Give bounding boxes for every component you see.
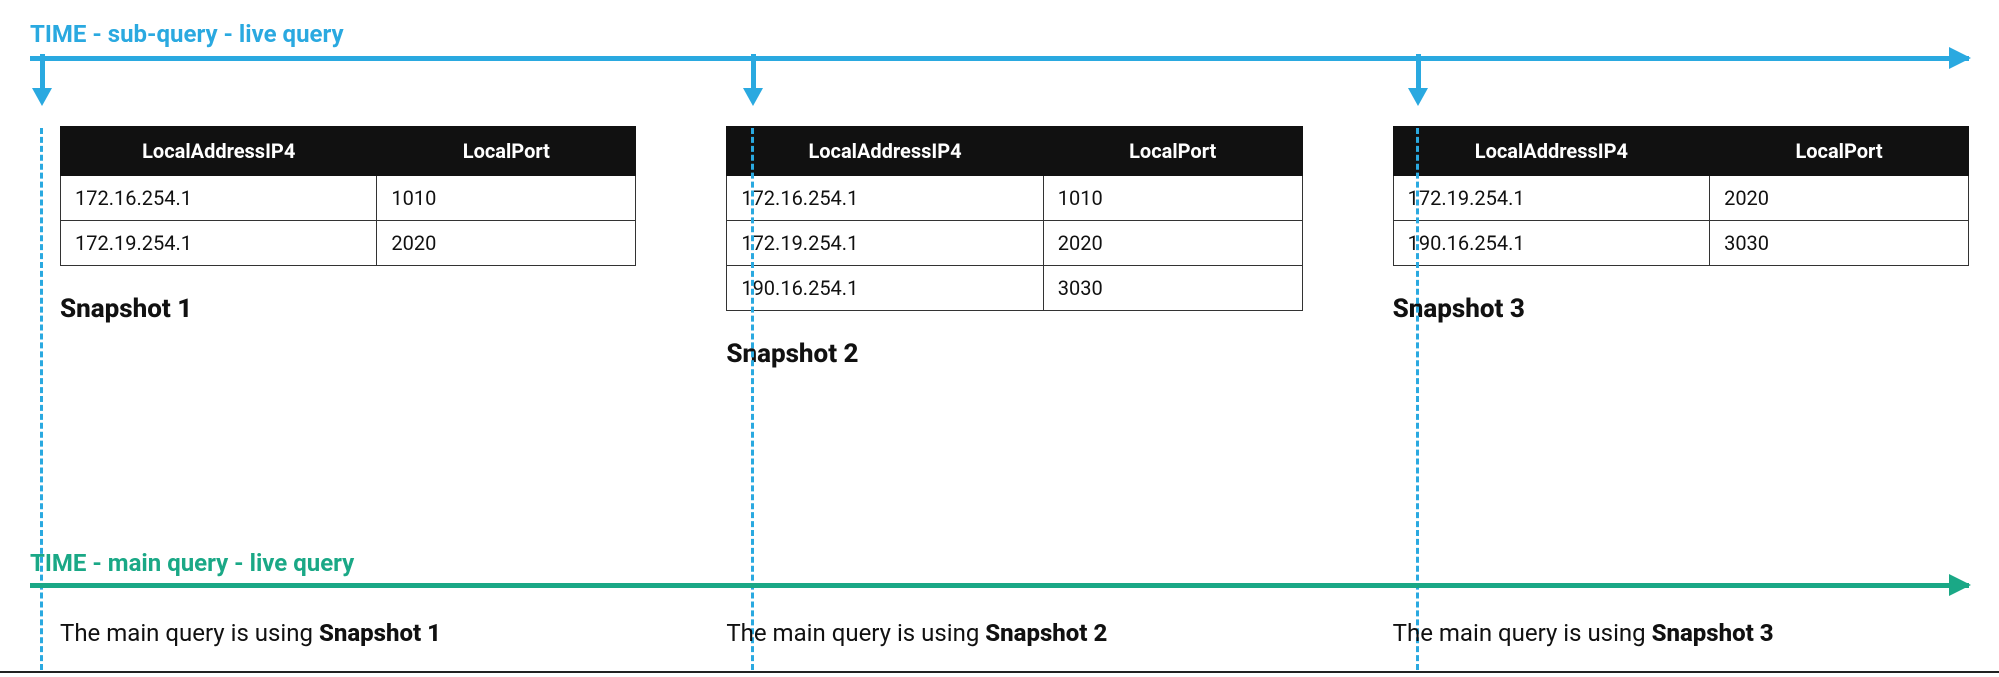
- bottom-timeline-line: [30, 583, 1969, 588]
- usage-snapshot-name: Snapshot 1: [319, 619, 441, 647]
- usage-snapshot-name: Snapshot 3: [1652, 619, 1774, 647]
- cell-port: 3030: [1710, 221, 1969, 266]
- cell-ip: 190.16.254.1: [1393, 221, 1709, 266]
- snapshot-title: Snapshot 3: [1393, 294, 1969, 324]
- snapshot-column: LocalAddressIP4LocalPort172.16.254.11010…: [726, 126, 1302, 369]
- usage-snapshot-name: Snapshot 2: [985, 619, 1107, 647]
- cell-ip: 172.19.254.1: [1393, 176, 1709, 221]
- usage-text: The main query is using Snapshot 3: [1393, 619, 1969, 647]
- table-header: LocalAddressIP4: [1393, 127, 1709, 176]
- footer-divider: [0, 671, 1999, 673]
- cell-ip: 190.16.254.1: [727, 266, 1043, 311]
- arrow-right-icon: [1949, 574, 1971, 596]
- snapshots-row: LocalAddressIP4LocalPort172.16.254.11010…: [30, 126, 1969, 369]
- top-timeline-line: [30, 56, 1969, 61]
- usage-prefix: The main query is using: [1393, 619, 1652, 647]
- table-row: 190.16.254.13030: [1393, 221, 1968, 266]
- cell-port: 2020: [1043, 221, 1302, 266]
- table-header: LocalAddressIP4: [61, 127, 377, 176]
- snapshot-column: LocalAddressIP4LocalPort172.16.254.11010…: [60, 126, 636, 324]
- cell-ip: 172.19.254.1: [61, 221, 377, 266]
- arrow-down-icon: [751, 54, 756, 92]
- table-row: 172.16.254.11010: [61, 176, 636, 221]
- table-header: LocalAddressIP4: [727, 127, 1043, 176]
- cell-ip: 172.16.254.1: [727, 176, 1043, 221]
- table-row: 172.19.254.12020: [61, 221, 636, 266]
- usage-prefix: The main query is using: [726, 619, 985, 647]
- arrow-down-icon: [40, 54, 45, 92]
- top-timeline: [30, 56, 1969, 76]
- table-row: 172.19.254.12020: [1393, 176, 1968, 221]
- cell-port: 1010: [1043, 176, 1302, 221]
- bottom-section: TIME - main query - live query The main …: [30, 531, 1969, 647]
- table-row: 172.19.254.12020: [727, 221, 1302, 266]
- cell-ip: 172.16.254.1: [61, 176, 377, 221]
- usage-prefix: The main query is using: [60, 619, 319, 647]
- top-timeline-label: TIME - sub-query - live query: [30, 20, 1969, 48]
- arrow-right-icon: [1949, 47, 1971, 69]
- usage-text: The main query is using Snapshot 1: [60, 619, 636, 647]
- table-header: LocalPort: [1043, 127, 1302, 176]
- table-header: LocalPort: [1710, 127, 1969, 176]
- cell-port: 3030: [1043, 266, 1302, 311]
- cell-port: 1010: [377, 176, 636, 221]
- bottom-timeline-label: TIME - main query - live query: [30, 549, 1969, 577]
- snapshot-table: LocalAddressIP4LocalPort172.16.254.11010…: [726, 126, 1302, 311]
- snapshot-title: Snapshot 1: [60, 294, 636, 324]
- cell-port: 2020: [377, 221, 636, 266]
- arrow-down-icon: [1416, 54, 1421, 92]
- snapshot-table: LocalAddressIP4LocalPort172.19.254.12020…: [1393, 126, 1969, 266]
- cell-port: 2020: [1710, 176, 1969, 221]
- snapshot-column: LocalAddressIP4LocalPort172.19.254.12020…: [1393, 126, 1969, 324]
- table-row: 172.16.254.11010: [727, 176, 1302, 221]
- table-header: LocalPort: [377, 127, 636, 176]
- snapshot-table: LocalAddressIP4LocalPort172.16.254.11010…: [60, 126, 636, 266]
- table-row: 190.16.254.13030: [727, 266, 1302, 311]
- usage-row: The main query is using Snapshot 1The ma…: [30, 619, 1969, 647]
- bottom-timeline: [30, 583, 1969, 601]
- snapshot-title: Snapshot 2: [726, 339, 1302, 369]
- usage-text: The main query is using Snapshot 2: [726, 619, 1302, 647]
- cell-ip: 172.19.254.1: [727, 221, 1043, 266]
